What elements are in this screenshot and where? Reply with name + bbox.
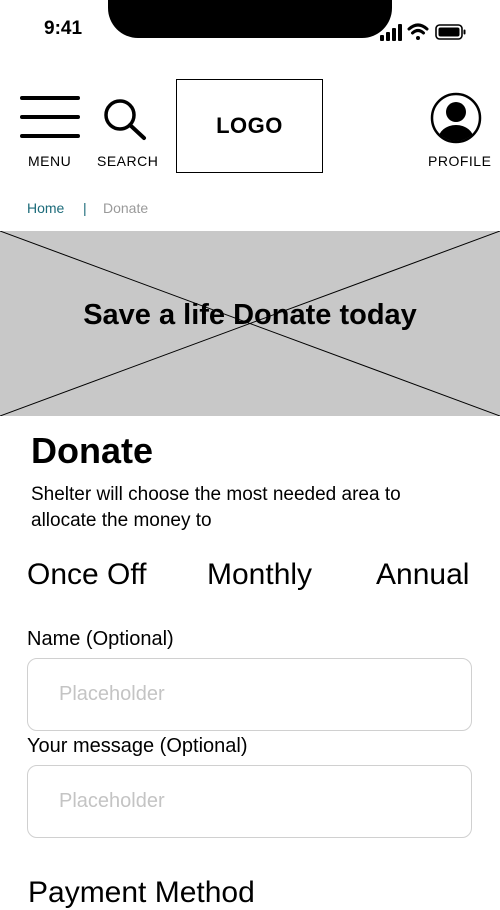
hero-banner: Save a life Donate today xyxy=(0,231,500,416)
message-input[interactable] xyxy=(28,766,471,837)
page-title: Donate xyxy=(31,430,154,471)
battery-icon xyxy=(435,24,466,40)
frequency-option-once-off[interactable]: Once Off xyxy=(27,558,147,592)
frequency-option-monthly[interactable]: Monthly xyxy=(207,558,312,592)
frequency-option-annual[interactable]: Annual xyxy=(376,558,469,592)
profile-label[interactable]: PROFILE xyxy=(428,153,491,169)
profile-icon[interactable] xyxy=(430,92,482,144)
breadcrumb-current: Donate xyxy=(103,200,149,216)
menu-icon[interactable] xyxy=(20,96,80,140)
menu-label[interactable]: MENU xyxy=(28,153,71,169)
name-input[interactable] xyxy=(28,659,471,730)
name-field-label: Name (Optional) xyxy=(27,628,174,650)
message-field[interactable] xyxy=(27,765,472,838)
page-subtitle: Shelter will choose the most needed area… xyxy=(31,484,401,531)
hero-headline: Save a life Donate today xyxy=(83,299,417,331)
signal-icon xyxy=(380,24,402,41)
device-notch xyxy=(108,0,392,38)
logo[interactable]: LOGO xyxy=(176,79,323,173)
name-field[interactable] xyxy=(27,658,472,731)
breadcrumb-home-link[interactable]: Home xyxy=(27,200,64,216)
breadcrumb-separator: | xyxy=(83,200,87,216)
wifi-icon xyxy=(407,23,429,40)
search-label[interactable]: SEARCH xyxy=(97,153,158,169)
payment-method-heading: Payment Method xyxy=(28,876,255,909)
message-field-label: Your message (Optional) xyxy=(27,735,248,757)
search-icon[interactable] xyxy=(100,96,148,144)
status-icons xyxy=(380,23,466,41)
status-time: 9:41 xyxy=(44,18,83,39)
